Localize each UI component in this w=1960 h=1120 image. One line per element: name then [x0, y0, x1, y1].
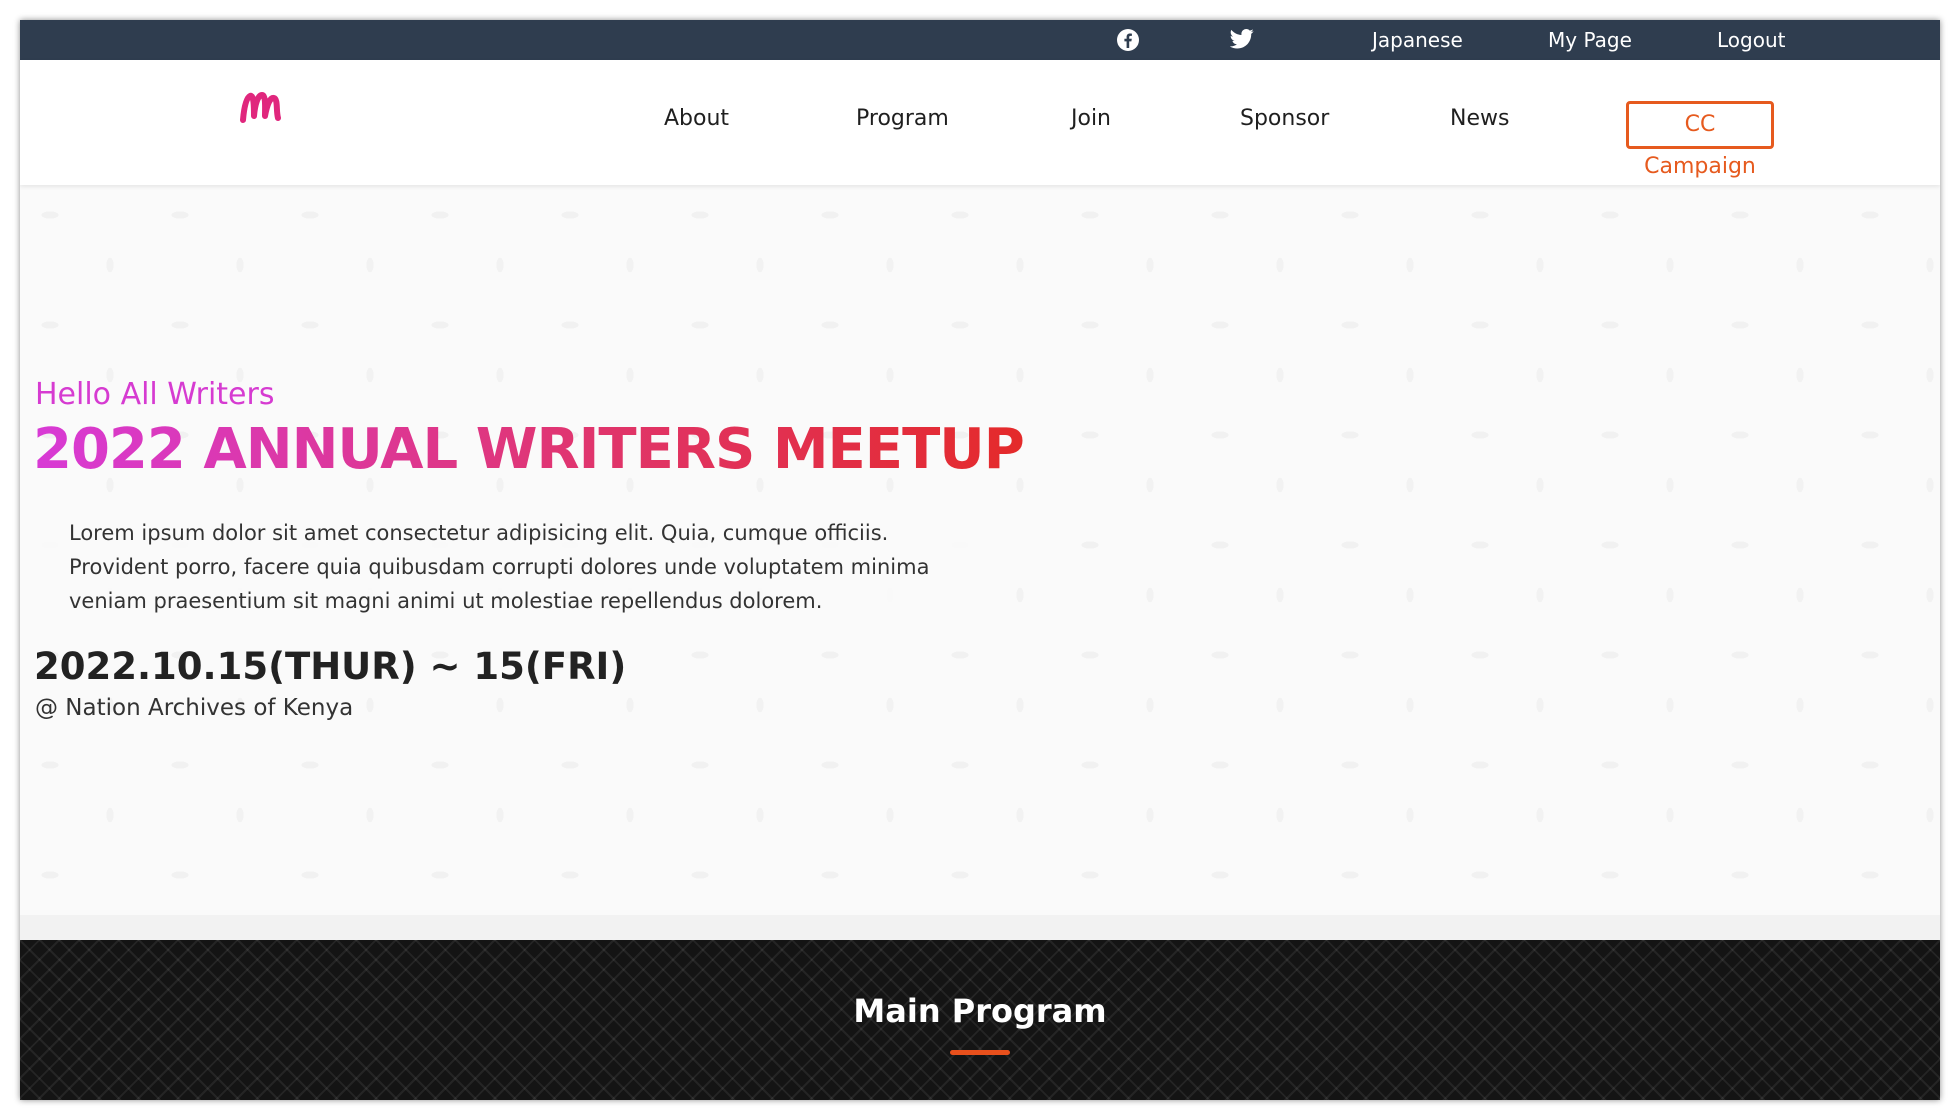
section-divider	[20, 915, 1940, 940]
language-link[interactable]: Japanese	[1372, 20, 1463, 60]
hero-title: 2022 ANNUAL WRITERS MEETUP	[33, 417, 1025, 482]
hero-greeting: Hello All Writers	[35, 377, 275, 412]
nav-program[interactable]: Program	[856, 106, 949, 131]
logout-link[interactable]: Logout	[1717, 20, 1785, 60]
hero-section: Hello All Writers 2022 ANNUAL WRITERS ME…	[20, 185, 1940, 935]
top-utility-bar: Japanese My Page Logout	[20, 20, 1940, 60]
browser-viewport: Japanese My Page Logout About Program Jo…	[20, 20, 1940, 1100]
main-program-section: Main Program	[20, 940, 1940, 1100]
nav-news[interactable]: News	[1450, 106, 1509, 131]
nav-about[interactable]: About	[664, 106, 729, 131]
twitter-icon[interactable]	[1230, 29, 1254, 51]
program-heading: Main Program	[853, 992, 1107, 1030]
event-date: 2022.10.15(THUR) ~ 15(FRI)	[34, 645, 627, 688]
heading-underline	[950, 1050, 1010, 1055]
hero-description: Lorem ipsum dolor sit amet consectetur a…	[36, 502, 993, 631]
cc-campaign-button[interactable]: CC Campaign	[1626, 101, 1774, 179]
main-navbar: About Program Join Sponsor News CC Campa…	[20, 60, 1940, 185]
brand-logo-icon[interactable]	[238, 86, 282, 126]
nav-sponsor[interactable]: Sponsor	[1240, 106, 1329, 131]
event-venue: @ Nation Archives of Kenya	[35, 695, 354, 721]
facebook-icon[interactable]	[1116, 28, 1140, 52]
nav-join[interactable]: Join	[1071, 106, 1111, 131]
my-page-link[interactable]: My Page	[1548, 20, 1632, 60]
